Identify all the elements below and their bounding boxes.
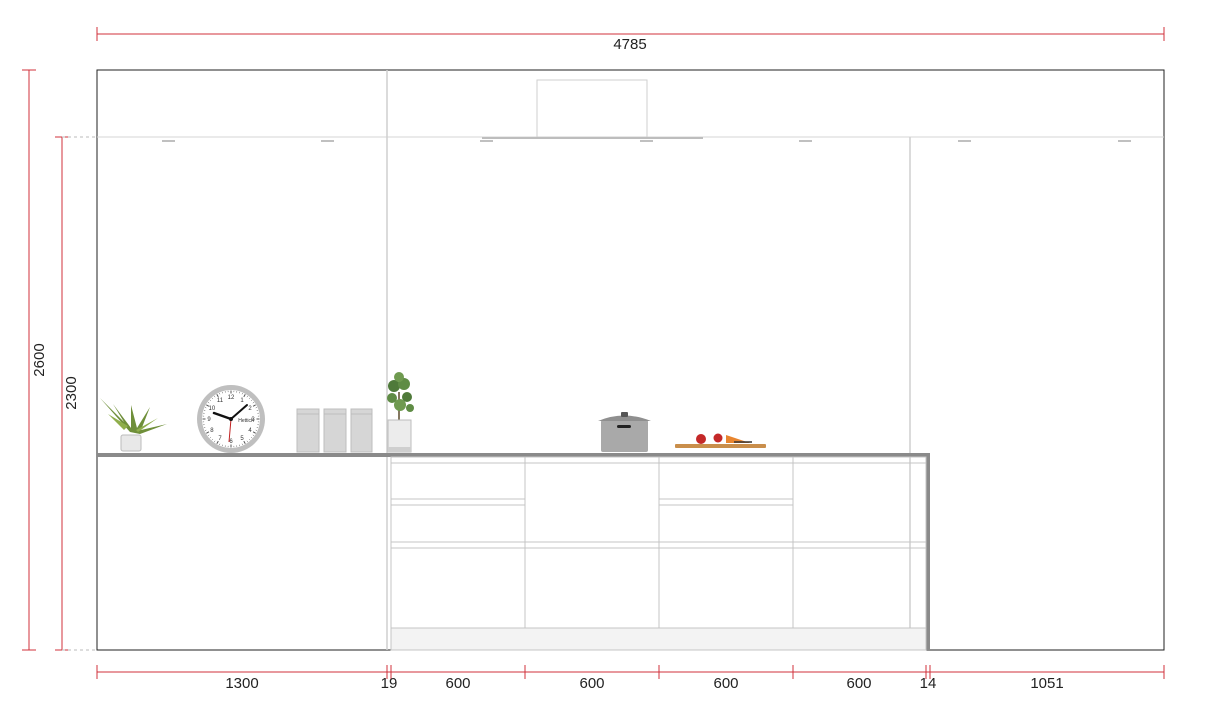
pot-icon [598,412,651,452]
potted-tree-icon [387,372,414,453]
segment-label: 600 [846,675,871,692]
clock-numeral: 10 [209,406,216,412]
ceiling-height-label: 2300 [63,376,80,409]
worktop [97,453,929,457]
plinth [390,627,927,651]
bottom-dimension-labels: 1300 19 600 600 600 600 14 1051 [225,675,1063,692]
segment-label: 600 [445,675,470,692]
clock-numeral: 11 [217,398,224,404]
end-panel [926,453,930,650]
plant-icon [100,398,167,452]
segment-label: 600 [713,675,738,692]
segment-label: 1300 [225,675,258,692]
overall-width-label: 4785 [613,36,646,53]
cutting-board-icon [675,433,766,448]
base-cabinets [390,456,927,629]
segment-label: 14 [920,675,937,692]
range-hood [482,79,703,139]
clock-numeral: 12 [228,395,235,401]
clock-icon: 12 1234567891011 Hettich [197,385,265,453]
segment-label: 19 [381,675,398,692]
clock-brand: Hettich [238,418,254,424]
segment-label: 1051 [1030,675,1063,692]
kitchen-elevation-drawing: 4785 2600 2300 12 1234567891011 Hettich … [22,27,1165,692]
total-height-label: 2600 [31,343,48,376]
wall-outline [96,69,1165,651]
canister-icon [296,408,373,453]
segment-label: 600 [579,675,604,692]
